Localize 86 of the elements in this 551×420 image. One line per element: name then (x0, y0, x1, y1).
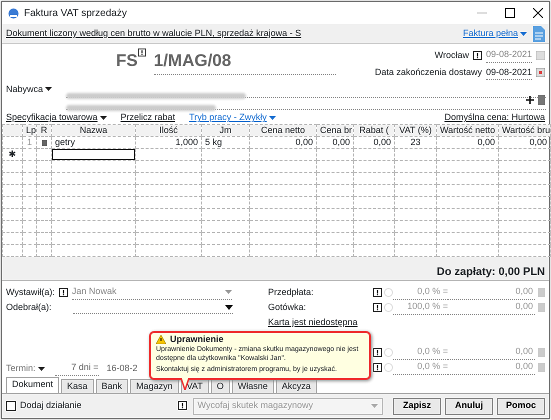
column-header: Cena br (316, 124, 354, 136)
tab[interactable]: Dokument (6, 377, 60, 393)
work-mode-menu[interactable]: Tryb pracy - Zwykły (189, 111, 267, 125)
issue-date-field[interactable]: 09-08-2021 (486, 48, 532, 62)
tab[interactable]: Kasa (61, 379, 94, 393)
warning-marker-icon (138, 48, 146, 57)
tab[interactable]: Akcyza (276, 379, 317, 393)
table-cell: 0,00 (498, 136, 550, 148)
document-info-link[interactable]: Dokument liczony według cen brutto w walucie PLN, sprzedaż krajowa - S (6, 26, 302, 40)
column-header: Wartość netto (436, 124, 498, 136)
caret-icon (38, 366, 45, 370)
table-cell: 0,00 (354, 136, 394, 148)
tab[interactable]: Własne (232, 379, 274, 393)
address-book-icon (538, 95, 545, 105)
receiver-label: Odebrał(a): (6, 300, 52, 314)
caret-icon (268, 116, 276, 120)
dialog-button[interactable]: Pomoc (497, 398, 545, 414)
new-row-marker: ✱ (2, 148, 22, 160)
add-icon (526, 96, 534, 104)
caret-icon (224, 290, 232, 294)
warning-marker-icon (178, 401, 187, 410)
table-cell: 0,00 (436, 136, 498, 148)
table-cell: 0,00 (316, 136, 354, 148)
warning-marker-icon (373, 303, 382, 312)
column-header: Nazwa (52, 124, 136, 136)
name-input-field[interactable] (52, 150, 134, 160)
column-header: VAT (%) (394, 124, 436, 136)
issuer-label: Wystawił(a): (6, 286, 55, 299)
dialog-button[interactable]: Zapisz (393, 398, 441, 414)
recalculate-discount-link[interactable]: Przelicz rabat (120, 111, 176, 125)
warning-marker-icon (373, 288, 382, 297)
window-title: Faktura VAT sprzedaży (24, 6, 127, 20)
document-number: 1/MAG/08 (154, 48, 336, 74)
warning-marker-icon (373, 348, 382, 357)
warning-marker-icon (373, 363, 382, 372)
default-price-link[interactable]: Domyślna cena: Hurtowa (444, 111, 545, 125)
warning-marker-icon (58, 288, 68, 297)
card-unavailable-link[interactable]: Karta jest niedostępna (268, 316, 358, 330)
column-header: Cena netto (250, 124, 316, 136)
caret-icon (370, 404, 378, 408)
tab[interactable]: Magazyn (130, 379, 179, 393)
payment-label: Gotówka: (268, 300, 308, 314)
warning-marker-icon (472, 50, 482, 60)
column-header: Lp (22, 124, 36, 136)
place-label: Wrocław (434, 48, 469, 62)
column-header: Wartość bru (498, 124, 550, 136)
table-cell: 23 (394, 136, 436, 148)
document-icon (533, 26, 545, 42)
calendar-icon (536, 50, 545, 60)
close-icon (533, 8, 543, 18)
caret-icon (100, 116, 107, 120)
column-header: Jm (202, 124, 250, 136)
term-days-field[interactable]: 7 dni = (54, 361, 99, 376)
checkbox-label: Dodaj działanie (20, 399, 82, 412)
warning-icon (156, 335, 166, 344)
maximize-icon (505, 8, 515, 18)
tab[interactable]: O (210, 379, 230, 393)
term-label[interactable]: Termin: (6, 362, 36, 376)
column-header: R (36, 124, 52, 136)
delivery-date-field[interactable]: 09-08-2021 (486, 66, 532, 80)
table-cell: 0,00 (250, 136, 316, 148)
calendar-icon (536, 68, 545, 78)
delivery-date-label: Data zakończenia dostawy (374, 66, 482, 79)
tooltip-title: Uprawnienie (170, 335, 224, 344)
caret-icon (224, 304, 233, 310)
dialog-button[interactable]: Anuluj (445, 398, 493, 414)
table-cell: getry (52, 136, 136, 148)
table-cell: 5 kg (202, 136, 250, 148)
column-header: Ilość (136, 124, 202, 136)
caret-icon (45, 87, 52, 92)
tab[interactable]: Bank (96, 379, 128, 393)
invoice-type-link[interactable]: Faktura pełna (462, 26, 518, 40)
app-logo-icon (8, 8, 19, 18)
table-cell: 1,000 (136, 136, 202, 148)
column-header: Rabat ( (354, 124, 394, 136)
row-marker-icon (42, 140, 46, 146)
table-cell: 1 (22, 136, 36, 148)
amount-due-total: Do zapłaty: 0,00 PLN (2, 261, 549, 281)
payment-label: Przedpłata: (268, 286, 315, 299)
caret-icon (520, 32, 527, 36)
term-date-field[interactable]: 16-08-2 (106, 362, 138, 376)
buyer-label[interactable]: Nabywca (6, 82, 44, 96)
issuer-dropdown[interactable]: Jan Nowak (72, 285, 232, 300)
checkbox[interactable] (6, 401, 16, 411)
specification-menu[interactable]: Specyfikacja towarowa (6, 111, 98, 125)
document-type: FS (116, 50, 138, 72)
